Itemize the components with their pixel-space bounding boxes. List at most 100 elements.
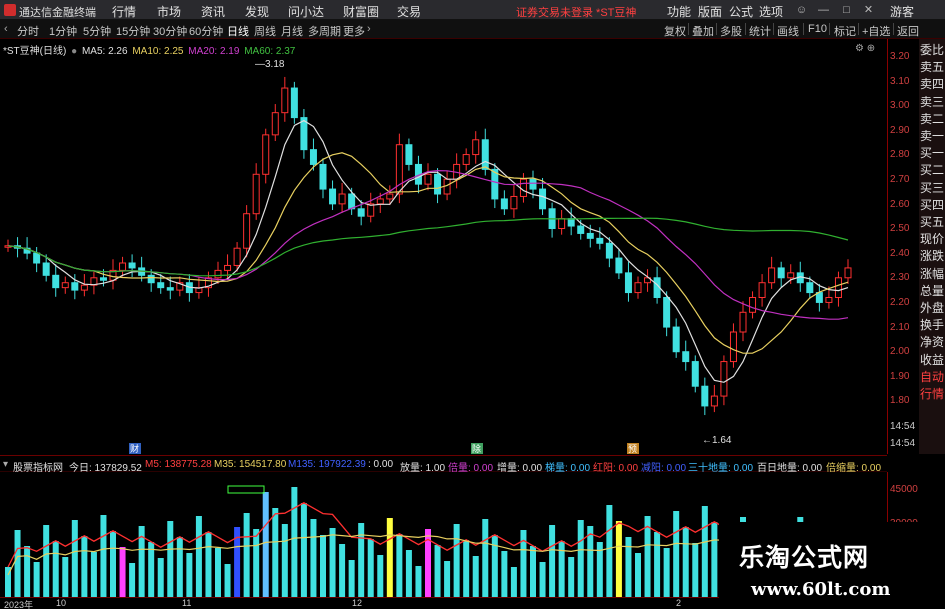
quote-field-label: 涨幅 bbox=[920, 266, 945, 281]
stock-name-label: *ST豆神(日线) bbox=[3, 46, 67, 57]
tab-5min[interactable]: 5分钟 bbox=[83, 23, 111, 39]
volume-bar bbox=[472, 556, 479, 597]
tab-more[interactable]: 更多 bbox=[343, 23, 365, 39]
tool-diejia[interactable]: 叠加 bbox=[692, 23, 714, 39]
ma-legend: *ST豆神(日线) ● MA5: 2.26 MA10: 2.25 MA20: 2… bbox=[3, 42, 297, 57]
menu-hangqing[interactable]: 行情 bbox=[112, 3, 136, 20]
candle-up bbox=[787, 272, 795, 279]
price-tick: 2.80 bbox=[890, 149, 910, 161]
volume-bar bbox=[43, 525, 50, 597]
menu-gongshi[interactable]: 公式 bbox=[729, 3, 753, 20]
volume-bar bbox=[33, 562, 40, 597]
candle-down bbox=[806, 282, 814, 294]
tab-60min[interactable]: 60分钟 bbox=[189, 23, 223, 39]
kline-chart[interactable]: —3.18 ←1.64 财 除 预 *ST豆神(日线) ● MA5: 2.26 MA10… bbox=[0, 39, 887, 454]
volume-bar bbox=[24, 546, 31, 597]
volume-bar bbox=[272, 508, 279, 597]
volume-bar bbox=[606, 505, 613, 597]
tab-weekly[interactable]: 周线 bbox=[254, 23, 276, 39]
ma5-label: MA5: 2.26 bbox=[81, 46, 128, 57]
menu-caifuquan[interactable]: 财富圈 bbox=[343, 3, 379, 20]
candle-up bbox=[80, 284, 88, 291]
price-tick: 2.20 bbox=[890, 297, 910, 308]
quote-field-label[interactable]: 行情 bbox=[920, 387, 944, 401]
tool-tongji[interactable]: 统计 bbox=[749, 23, 771, 39]
quote-field-label: 卖一 bbox=[920, 129, 945, 143]
menu-wenxiaoda[interactable]: 问小达 bbox=[288, 3, 324, 20]
quote-field-label: 买四 bbox=[920, 197, 945, 212]
price-tick: 2.60 bbox=[890, 198, 910, 210]
menu-banmian[interactable]: 版面 bbox=[698, 3, 722, 20]
candle-down bbox=[672, 326, 680, 353]
candle-down bbox=[166, 287, 174, 291]
user-icon[interactable]: ☺ bbox=[795, 4, 808, 16]
candle-up bbox=[749, 297, 757, 313]
tool-huaxian[interactable]: 画线 bbox=[777, 23, 799, 39]
volume-bar bbox=[291, 487, 298, 597]
date-label: 2 bbox=[676, 598, 682, 608]
indicator-m35: M35: 154517.80 bbox=[214, 459, 287, 470]
volume-bar bbox=[329, 528, 336, 597]
tab-15min[interactable]: 15分钟 bbox=[116, 23, 150, 39]
chevron-right-icon[interactable]: › bbox=[367, 23, 371, 35]
volume-bar bbox=[81, 536, 88, 597]
tool-fuquan[interactable]: 复权 bbox=[664, 23, 686, 39]
volume-bar bbox=[195, 516, 202, 597]
minimize-icon[interactable]: — bbox=[817, 4, 830, 16]
tab-1min[interactable]: 1分钟 bbox=[49, 23, 77, 39]
kline-canvas[interactable]: —3.18 ←1.64 财 除 预 bbox=[0, 39, 887, 454]
volume-bar bbox=[701, 506, 708, 597]
tab-monthly[interactable]: 月线 bbox=[281, 23, 303, 39]
toolbar-divider bbox=[829, 23, 830, 35]
menu-zixun[interactable]: 资讯 bbox=[201, 3, 225, 20]
volume-bar bbox=[205, 532, 212, 597]
guest-label[interactable]: 游客 bbox=[890, 3, 914, 20]
candle-up bbox=[729, 331, 737, 363]
close-icon[interactable]: ✕ bbox=[862, 4, 875, 16]
tool-back[interactable]: 返回 bbox=[897, 23, 919, 39]
volume-bar bbox=[501, 551, 508, 597]
volume-bar bbox=[615, 521, 622, 597]
candle-up bbox=[338, 193, 346, 205]
date-label: 10 bbox=[56, 598, 67, 608]
candle-down bbox=[777, 267, 785, 279]
candle-up bbox=[271, 112, 279, 136]
price-tick: 2.40 bbox=[890, 247, 910, 259]
volume-bar bbox=[587, 526, 594, 597]
price-tick: 1.80 bbox=[890, 395, 910, 407]
indicator-header[interactable]: ▾ 股票指标网 今日: 137829.52 M5: 138775.28 M35:… bbox=[0, 455, 887, 474]
collapse-icon[interactable]: ‹ bbox=[4, 23, 8, 35]
tab-30min[interactable]: 30分钟 bbox=[153, 23, 187, 39]
menu-jiaoyi[interactable]: 交易 bbox=[397, 3, 421, 20]
low-price-label: ←1.64 bbox=[702, 435, 732, 446]
high-price-label: —3.18 bbox=[255, 59, 285, 70]
settings-icon[interactable]: ● bbox=[71, 46, 77, 57]
title-bar: 通达信金融终端 行情 市场 资讯 发现 问小达 财富圈 交易 证券交易未登录 *… bbox=[0, 0, 945, 20]
chart-nav-icons[interactable]: ⚙ ⊕ bbox=[855, 43, 883, 55]
maximize-icon[interactable]: □ bbox=[840, 4, 853, 16]
indicator-dropdown-icon[interactable]: ▾ bbox=[3, 459, 8, 470]
candle-down bbox=[434, 173, 442, 195]
tool-biaoji[interactable]: 标记 bbox=[834, 23, 856, 39]
volume-bar bbox=[635, 553, 641, 597]
menu-faxian[interactable]: 发现 bbox=[245, 3, 269, 20]
trade-login-warning[interactable]: 证券交易未登录 *ST豆神 bbox=[516, 4, 636, 20]
candle-up bbox=[119, 262, 127, 271]
volume-bar bbox=[320, 535, 326, 597]
tool-duogu[interactable]: 多股 bbox=[720, 23, 742, 39]
vol-tick: 45000 bbox=[890, 484, 918, 495]
menu-gongneng[interactable]: 功能 bbox=[667, 3, 691, 20]
tool-f10[interactable]: F10 bbox=[808, 23, 827, 35]
volume-bar bbox=[482, 519, 489, 597]
tab-fenshi[interactable]: 分时 bbox=[17, 23, 39, 39]
volume-bar bbox=[711, 522, 718, 597]
tab-multi-period[interactable]: 多周期 bbox=[308, 23, 341, 39]
tab-daily[interactable]: 日线 bbox=[227, 23, 249, 39]
toolbar-divider bbox=[716, 23, 717, 35]
menu-xuanxiang[interactable]: 选项 bbox=[759, 3, 783, 20]
volume-bar bbox=[568, 557, 575, 597]
tool-add-watchlist[interactable]: +自选 bbox=[862, 23, 890, 39]
quote-field-label[interactable]: 自动 bbox=[920, 370, 944, 384]
menu-shichang[interactable]: 市场 bbox=[157, 3, 181, 20]
candle-down bbox=[663, 297, 671, 328]
